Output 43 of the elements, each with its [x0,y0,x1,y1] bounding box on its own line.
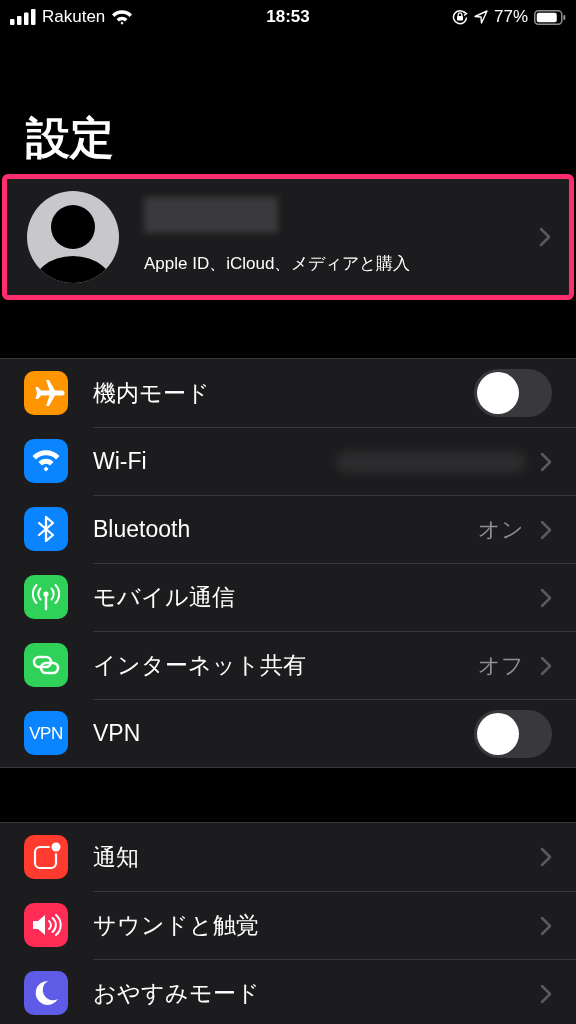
settings-row[interactable]: 通知 [0,823,576,891]
settings-row[interactable]: Bluetooth オン [0,495,576,563]
row-label: インターネット共有 [93,651,306,681]
row-value: オフ [478,652,524,680]
vpn-icon: VPN [24,711,68,755]
row-label: おやすみモード [93,979,260,1009]
wifi-icon [111,9,134,25]
page-title: 設定 [26,116,114,160]
profile-subtitle: Apple ID、iCloud、メディアと購入 [144,253,412,276]
settings-row[interactable]: VPN VPN [0,699,576,767]
orientation-lock-icon [451,9,468,25]
avatar-icon [26,190,120,284]
chevron-icon [540,519,552,540]
row-label: モバイル通信 [93,583,235,613]
chevron-icon [540,915,552,936]
row-label: VPN [93,719,141,749]
row-label: 通知 [93,842,139,872]
row-label: 機内モード [93,378,210,408]
location-arrow-icon [473,10,488,24]
chevron-icon [540,655,552,676]
chevron-icon [540,847,552,867]
toggle-switch[interactable] [474,369,552,417]
settings-row[interactable]: モバイル通信 [0,563,576,631]
signal-icon [10,9,36,25]
settings-row[interactable]: おやすみモード [0,959,576,1024]
battery-percent: 77% [493,6,528,29]
settings-row[interactable]: Wi-Fi [0,427,576,495]
battery-icon [534,9,566,25]
settings-row[interactable]: サウンドと触覚 [0,891,576,959]
chevron-icon [540,451,552,472]
settings-row[interactable]: インターネット共有 オフ [0,631,576,699]
toggle-switch[interactable] [474,709,552,758]
settings-row[interactable]: 機内モード [0,359,576,427]
row-label: Wi-Fi [93,447,147,477]
chevron-icon [539,227,551,247]
chevron-icon [540,587,552,608]
clock-time: 18:53 [266,6,310,29]
profile-row[interactable]: Apple ID、iCloud、メディアと購入 [2,174,574,300]
row-value: オン [478,516,524,544]
row-label: Bluetooth [93,515,191,545]
row-label: サウンドと触覚 [93,911,259,941]
carrier-name: Rakuten [42,6,106,29]
chevron-icon [540,983,552,1004]
